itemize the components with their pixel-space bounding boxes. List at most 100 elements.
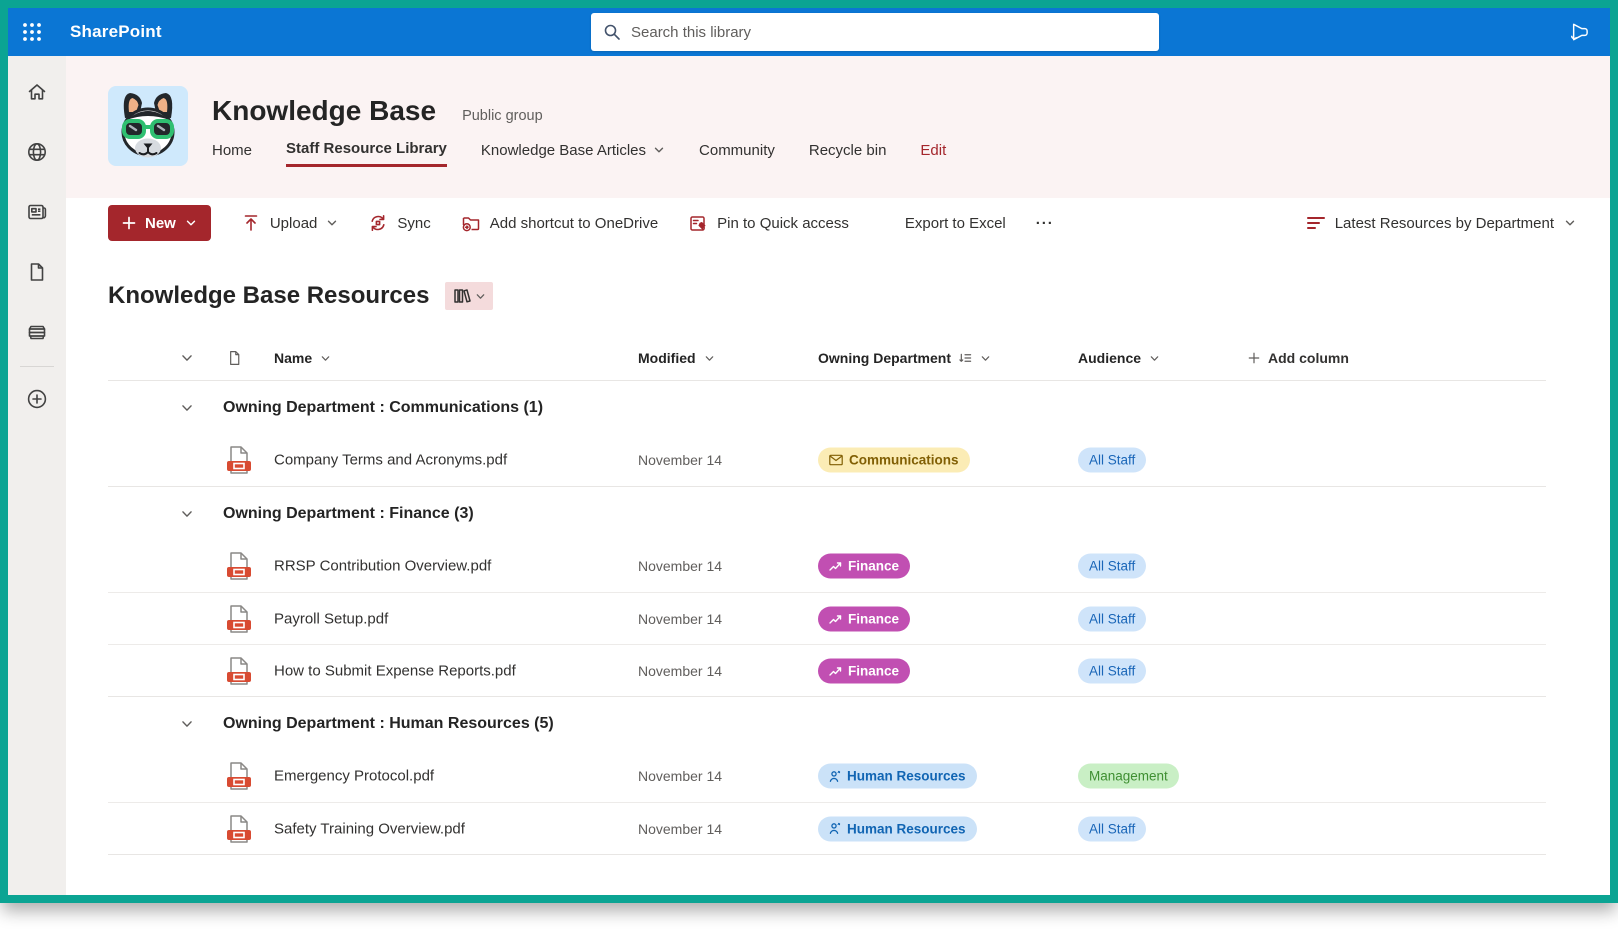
nav-knowledge-base-articles[interactable]: Knowledge Base Articles — [481, 142, 665, 166]
home-icon — [25, 80, 49, 104]
chevron-down-icon — [704, 353, 715, 364]
trending-up-icon — [829, 613, 842, 624]
list-title: Knowledge Base Resources — [108, 282, 429, 310]
site-nav: Home Staff Resource Library Knowledge Ba… — [212, 140, 946, 167]
modified-date: November 14 — [638, 768, 722, 784]
site-logo[interactable] — [108, 86, 188, 166]
file-name-link[interactable]: Emergency Protocol.pdf — [274, 768, 434, 785]
view-lines-icon — [1307, 216, 1325, 230]
chevron-down-icon — [326, 217, 338, 229]
sidebar-sites-button[interactable] — [25, 140, 49, 164]
person-icon — [829, 823, 841, 835]
group-label: Owning Department : Finance (3) — [223, 505, 474, 523]
group-header: Owning Department : Human Resources (5) — [108, 696, 1546, 750]
column-header-name[interactable]: Name — [274, 350, 331, 366]
table-row[interactable]: Emergency Protocol.pdf November 14 Human… — [108, 750, 1546, 802]
sidebar-create-button[interactable] — [25, 387, 49, 411]
chevron-down-icon — [180, 401, 194, 415]
sidebar-divider — [20, 366, 54, 367]
sidebar-home-button[interactable] — [25, 80, 49, 104]
mail-icon — [829, 455, 843, 466]
megaphone-button[interactable] — [1565, 21, 1590, 43]
screenshot: SharePoint — [0, 0, 1618, 949]
site-privacy-label: Public group — [462, 108, 543, 124]
upload-button[interactable]: Upload — [241, 213, 339, 233]
group-header: Owning Department : Communications (1) — [108, 380, 1546, 434]
file-name-link[interactable]: Safety Training Overview.pdf — [274, 820, 465, 837]
app-launcher-button[interactable] — [8, 8, 56, 56]
sidebar-news-button[interactable] — [25, 200, 49, 224]
department-badge: Finance — [818, 554, 910, 579]
table-row[interactable]: Company Terms and Acronyms.pdf November … — [108, 434, 1546, 486]
nav-edit[interactable]: Edit — [920, 142, 946, 166]
group-collapse-button[interactable] — [180, 401, 194, 415]
document-icon — [25, 260, 49, 284]
view-selector[interactable]: Latest Resources by Department — [1307, 215, 1576, 232]
nav-community[interactable]: Community — [699, 142, 775, 166]
chevron-down-icon — [180, 717, 194, 731]
chevron-down-icon — [1564, 217, 1576, 229]
sync-icon — [368, 213, 388, 233]
audience-badge: Management — [1078, 764, 1179, 789]
department-badge: Human Resources — [818, 764, 977, 789]
globe-icon — [25, 140, 49, 164]
file-name-link[interactable]: Payroll Setup.pdf — [274, 610, 388, 627]
app-sidebar — [8, 56, 66, 895]
list-view-chip-button[interactable] — [445, 282, 493, 310]
grouped-by-icon — [959, 352, 972, 365]
sidebar-documents-button[interactable] — [25, 260, 49, 284]
chevron-down-icon — [180, 507, 194, 521]
more-commands-button[interactable]: ··· — [1036, 215, 1054, 232]
pin-quick-access-button[interactable]: Pin to Quick access — [688, 213, 849, 233]
modified-date: November 14 — [638, 663, 722, 679]
sidebar-lists-button[interactable] — [25, 320, 49, 344]
folder-shortcut-icon — [461, 213, 481, 233]
chevron-down-icon — [475, 291, 486, 302]
export-to-excel-button[interactable]: Export to Excel — [905, 215, 1006, 232]
collapse-all-button[interactable] — [180, 351, 194, 365]
chevron-down-icon — [1149, 353, 1160, 364]
group-collapse-button[interactable] — [180, 717, 194, 731]
file-name-link[interactable]: Company Terms and Acronyms.pdf — [274, 452, 507, 469]
group-finance: Owning Department : Finance (3) RRSP Con… — [108, 486, 1546, 696]
add-shortcut-onedrive-button[interactable]: Add shortcut to OneDrive — [461, 213, 658, 233]
news-icon — [25, 200, 49, 224]
search-box[interactable] — [591, 13, 1159, 51]
column-header-audience[interactable]: Audience — [1078, 350, 1160, 366]
plus-icon — [1248, 352, 1260, 364]
library-list: Knowledge Base Resources — [66, 248, 1610, 895]
nav-recycle-bin[interactable]: Recycle bin — [809, 142, 887, 166]
table-row[interactable]: Safety Training Overview.pdf November 14… — [108, 802, 1546, 854]
search-input[interactable] — [631, 24, 1147, 41]
list-stack-icon — [25, 320, 49, 344]
site-title[interactable]: Knowledge Base — [212, 95, 436, 127]
pdf-file-icon — [226, 551, 252, 581]
column-header-owning-department[interactable]: Owning Department — [818, 350, 991, 366]
chevron-down-icon — [180, 351, 194, 365]
command-bar: New Upload Sync Add shortcut t — [66, 198, 1610, 248]
add-column-button[interactable]: Add column — [1248, 350, 1349, 366]
app-name[interactable]: SharePoint — [70, 22, 162, 42]
column-header-modified[interactable]: Modified — [638, 350, 715, 366]
sync-button[interactable]: Sync — [368, 213, 430, 233]
trending-up-icon — [829, 561, 842, 572]
plus-circle-icon — [25, 387, 49, 411]
new-button[interactable]: New — [108, 205, 211, 241]
group-communications: Owning Department : Communications (1) C… — [108, 380, 1546, 486]
site-header: Knowledge Base Public group Home Staff R… — [66, 56, 1610, 198]
table-row[interactable]: RRSP Contribution Overview.pdf November … — [108, 540, 1546, 592]
file-name-link[interactable]: How to Submit Expense Reports.pdf — [274, 662, 516, 679]
audience-badge: All Staff — [1078, 448, 1146, 473]
chevron-down-icon — [320, 353, 331, 364]
audience-badge: All Staff — [1078, 658, 1146, 683]
file-name-link[interactable]: RRSP Contribution Overview.pdf — [274, 558, 491, 575]
nav-staff-resource-library[interactable]: Staff Resource Library — [286, 140, 447, 167]
table-row[interactable]: Payroll Setup.pdf November 14 Finance Al… — [108, 592, 1546, 644]
nav-home[interactable]: Home — [212, 142, 252, 166]
modified-date: November 14 — [638, 821, 722, 837]
audience-badge: All Staff — [1078, 606, 1146, 631]
pdf-file-icon — [226, 604, 252, 634]
pdf-file-icon — [226, 445, 252, 475]
group-collapse-button[interactable] — [180, 507, 194, 521]
table-row[interactable]: How to Submit Expense Reports.pdf Novemb… — [108, 644, 1546, 696]
